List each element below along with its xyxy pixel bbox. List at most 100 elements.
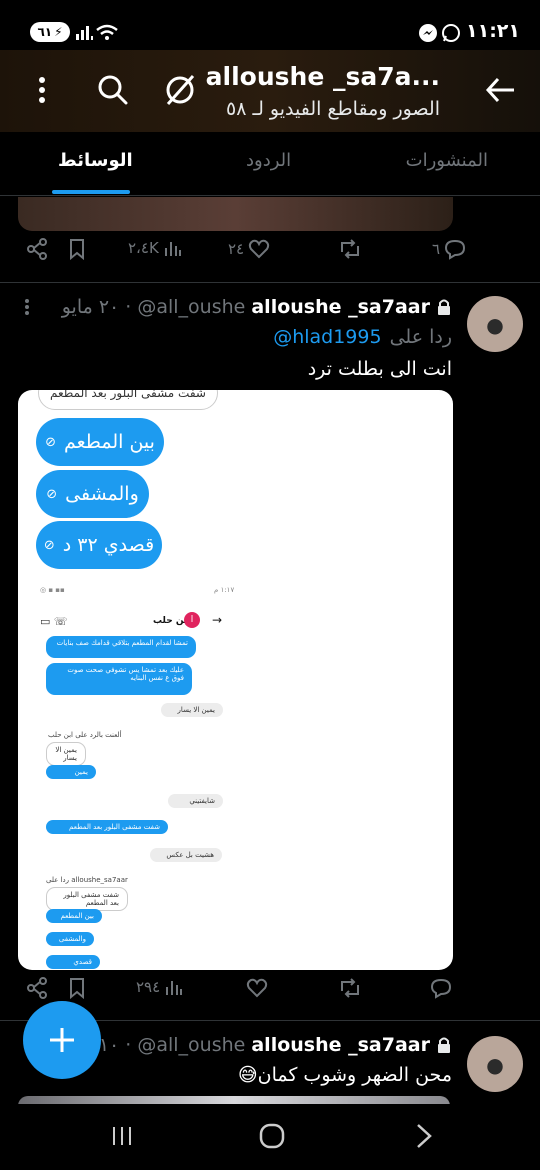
retweet-button[interactable] (338, 238, 362, 260)
home-icon (259, 1123, 285, 1149)
reply-button[interactable] (430, 977, 452, 999)
heart-icon (249, 239, 270, 259)
read-check-icon: ⊘ (45, 434, 56, 450)
chat-msg: هشيت بل عكس (150, 848, 222, 862)
header-subtitle: الصور ومقاطع الفيديو لـ ٥٨ (226, 98, 440, 120)
share-icon (27, 977, 47, 999)
retweet-button[interactable] (338, 977, 362, 999)
wifi-icon (96, 24, 118, 40)
phone-status-icons: ▪▪ ▪ ◎ (40, 586, 65, 594)
active-tab-indicator (52, 190, 130, 194)
recents-icon (113, 1127, 131, 1145)
chat-msg: عليك بعد تمشا يس تشوفي صحت صوت فوق ع نفس… (46, 663, 192, 695)
chevron-right-icon (417, 1124, 432, 1148)
chat-avatar: ا (184, 612, 200, 628)
chat-msg: شايفتيني (168, 794, 223, 808)
reply-icon (445, 239, 466, 260)
chat-bubble: والمشفى ⊘ (36, 470, 149, 518)
tweet-handle[interactable]: @all_oushe (137, 296, 245, 318)
retweet-icon (341, 239, 359, 259)
mute-button[interactable] (160, 70, 200, 114)
chat-msg: يمين (46, 765, 96, 779)
read-check-icon: ⊘ (43, 537, 55, 553)
share-icon (27, 238, 47, 260)
call-icons: ☏ ▭ (40, 615, 68, 628)
bookmark-button[interactable] (66, 238, 88, 260)
shield-off-icon (166, 75, 195, 105)
battery-level: ٦١ (37, 25, 53, 39)
phone-time: ١:١٧ م (214, 586, 235, 594)
reply-to-link[interactable]: @hlad1995 (273, 326, 381, 348)
recents-button[interactable] (110, 1124, 134, 1152)
more-vertical-icon (25, 299, 29, 315)
battery-indicator: ٦١ ⚡ (30, 22, 70, 42)
bubble-text: والمشفى (65, 483, 139, 505)
share-button[interactable] (26, 977, 48, 999)
lock-icon (438, 1037, 450, 1053)
lock-icon (438, 299, 450, 315)
status-bar: ٦١ ⚡ ١١:٢١ (0, 0, 540, 56)
views-icon (166, 981, 183, 995)
tab-posts[interactable]: المنشورات (406, 150, 488, 171)
like-button[interactable]: ٢٤ (228, 238, 270, 260)
chat-reply-label: ألعنت بالرد على ابن حلب (48, 731, 122, 739)
reply-button[interactable]: ٦ (432, 238, 466, 260)
clock: ١١:٢١ (466, 20, 520, 42)
views-button[interactable]: ٢،٤K (128, 238, 183, 258)
chat-reply-label: alloushe_sa7aar ردا على (46, 876, 128, 884)
tweet-author-name[interactable]: alloushe _sa7aar (251, 296, 430, 318)
chat-bubble: بين المطعم ⊘ (36, 418, 164, 466)
bookmark-button[interactable] (66, 977, 88, 999)
likes-count: ٢٤ (228, 240, 245, 258)
compose-button[interactable] (23, 1001, 101, 1079)
tab-replies[interactable]: الردود (246, 150, 291, 171)
chat-msg: يمين الا يسار (46, 742, 86, 766)
like-button[interactable] (246, 977, 268, 999)
chat-msg: شفت مشفى البلور بعد المطعم (46, 887, 128, 911)
chat-back-icon: → (212, 613, 223, 627)
previous-post-media[interactable] (18, 197, 453, 231)
tweet-author-name[interactable]: alloushe _sa7aar (251, 1034, 430, 1056)
views-count: ٢٩٤ (136, 978, 161, 996)
reply-icon (430, 978, 452, 999)
reply-context: ردا على @hlad1995 (273, 326, 452, 348)
reply-prefix: ردا على (389, 326, 452, 348)
quoted-message: شفت مشفى البلور بعد المطعم (38, 390, 218, 410)
home-button[interactable] (258, 1122, 286, 1154)
search-icon (98, 75, 128, 105)
nav-back-button[interactable] (414, 1122, 434, 1154)
tweet-header: · ١٠ ما @all_oushe alloushe _sa7aar (77, 1034, 452, 1056)
charging-icon: ⚡ (54, 25, 63, 39)
chat-msg: قصدي (46, 955, 100, 969)
tweet-text: محن الضهر وشوب كمان😅 (237, 1064, 452, 1086)
chat-bubble: قصدي ٣٢ د ⊘ (36, 521, 162, 569)
replies-count: ٦ (432, 240, 441, 258)
profile-tabs: المنشورات الردود الوسائط (0, 132, 540, 196)
chat-msg: يمين الا يسار (161, 703, 223, 717)
tweet-handle[interactable]: @all_oushe (137, 1034, 245, 1056)
divider (0, 282, 540, 283)
search-button[interactable] (92, 70, 132, 114)
system-nav-bar (0, 1104, 540, 1170)
tweet-header: · ٢٠ مايو @all_oushe alloushe _sa7aar (62, 296, 452, 318)
signal-icon (76, 26, 93, 40)
tweet-media-image[interactable]: شفت مشفى البلور بعد المطعم بين المطعم ⊘ و… (18, 390, 453, 970)
messenger-icon (419, 24, 437, 42)
bubble-text: بين المطعم (63, 431, 155, 453)
bubble-text: قصدي ٣٢ د (62, 534, 155, 556)
tweet-more-button[interactable] (22, 296, 32, 320)
chat-msg: والمشفى (46, 932, 94, 946)
heart-icon (246, 978, 268, 998)
views-button[interactable]: ٢٩٤ (136, 977, 184, 997)
header-title: alloushe _sa7a... (205, 62, 440, 91)
avatar[interactable] (467, 1036, 523, 1092)
bookmark-icon (70, 978, 84, 999)
tab-media[interactable]: الوسائط (58, 150, 133, 171)
back-button[interactable] (482, 70, 522, 114)
more-button[interactable] (22, 70, 62, 114)
avatar[interactable] (467, 296, 523, 352)
share-button[interactable] (26, 238, 48, 260)
chat-msg: تمشا لقدام المطعم بتلاقي قدامك صف بنايات (46, 636, 196, 658)
prev-post-actions: ٢،٤K ٢٤ ٦ (0, 238, 540, 278)
chat-msg: شفت مشفى البلور بعد المطعم (46, 820, 168, 834)
